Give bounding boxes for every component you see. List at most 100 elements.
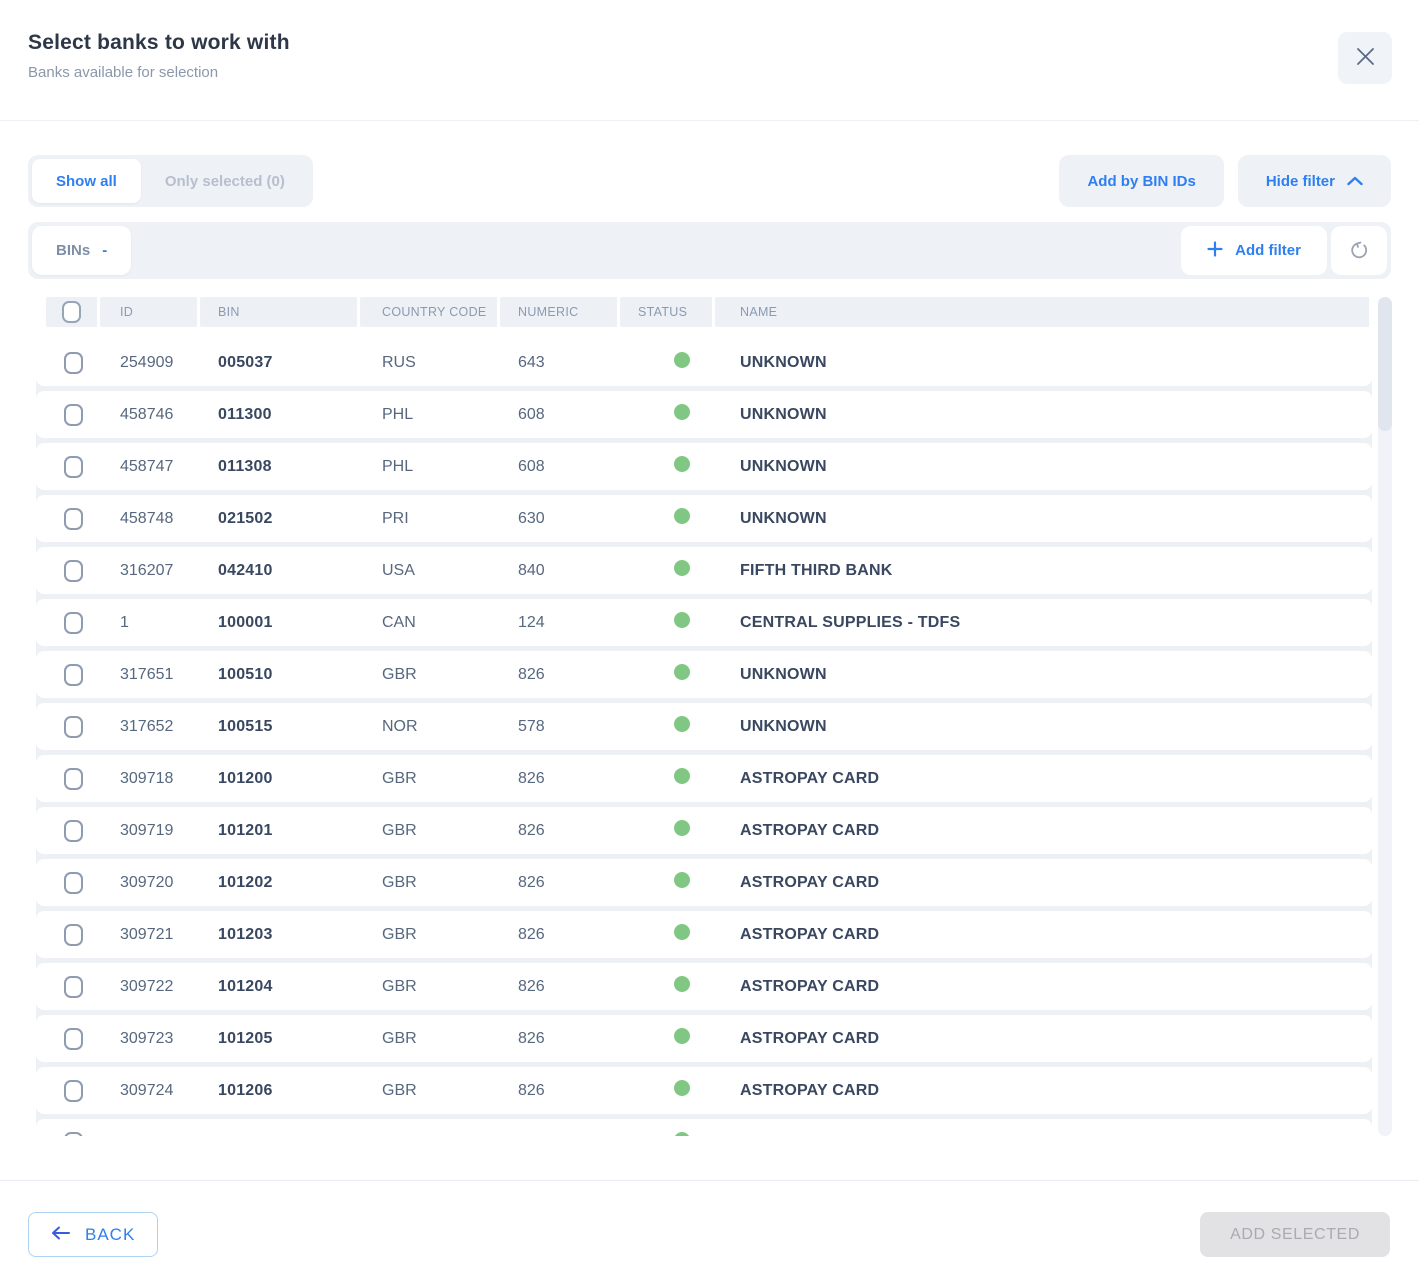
table-row[interactable]: 309724 101206 GBR 826 ASTROPAY CARD [36, 1067, 1372, 1114]
row-checkbox[interactable] [64, 820, 83, 842]
row-checkbox[interactable] [64, 1028, 83, 1050]
table-row[interactable]: 1 100001 CAN 124 CENTRAL SUPPLIES - TDFS [36, 599, 1372, 646]
cell-country-code: NOR [360, 718, 500, 736]
add-by-bin-ids-button[interactable]: Add by BIN IDs [1059, 155, 1223, 207]
table-row[interactable]: 458746 011300 PHL 608 UNKNOWN [36, 391, 1372, 438]
cell-bin: 100510 [200, 666, 360, 684]
cell-name: UNKNOWN [715, 666, 1372, 684]
row-checkbox[interactable] [64, 976, 83, 998]
cell-name: ASTROPAY CARD [715, 1082, 1372, 1100]
row-checkbox[interactable] [64, 1080, 83, 1102]
cell-name: FIFTH THIRD BANK [715, 562, 1372, 580]
status-active-dot [674, 924, 690, 940]
cell-numeric: 608 [500, 406, 620, 424]
row-checkbox[interactable] [64, 768, 83, 790]
cell-numeric: 826 [500, 1134, 620, 1137]
cell-country-code: GBR [360, 770, 500, 788]
reset-filters-button[interactable] [1331, 226, 1387, 275]
banks-table: ID BIN COUNTRY CODE NUMERIC STATUS NAME … [28, 297, 1392, 1136]
table-row[interactable]: 317651 100510 GBR 826 UNKNOWN [36, 651, 1372, 698]
back-button[interactable]: BACK [28, 1212, 158, 1257]
cell-id: 309720 [100, 874, 200, 892]
cell-name: ASTROPAY CARD [715, 770, 1372, 788]
cell-id: 309722 [100, 978, 200, 996]
arrow-left-icon [51, 1226, 71, 1243]
cell-bin: 101202 [200, 874, 360, 892]
row-checkbox[interactable] [64, 872, 83, 894]
cell-country-code: GBR [360, 822, 500, 840]
cell-bin: 101203 [200, 926, 360, 944]
cell-bin: 101205 [200, 1030, 360, 1048]
cell-country-code: USA [360, 562, 500, 580]
status-active-dot [674, 872, 690, 888]
row-checkbox[interactable] [64, 560, 83, 582]
cell-id: 254909 [100, 354, 200, 372]
row-checkbox[interactable] [64, 456, 83, 478]
table-row[interactable]: 317652 100515 NOR 578 UNKNOWN [36, 703, 1372, 750]
cell-numeric: 826 [500, 978, 620, 996]
tab-only-selected[interactable]: Only selected (0) [141, 159, 309, 203]
toolbar-right: Add by BIN IDs Hide filter [1059, 155, 1391, 207]
cell-id: 309723 [100, 1030, 200, 1048]
table-row[interactable]: 309718 101200 GBR 826 ASTROPAY CARD [36, 755, 1372, 802]
cell-name: ASTROPAY CARD [715, 978, 1372, 996]
close-button[interactable] [1338, 32, 1392, 84]
add-selected-button[interactable]: ADD SELECTED [1200, 1212, 1390, 1257]
column-header-name: NAME [715, 297, 1372, 327]
cell-name: UNKNOWN [715, 718, 1372, 736]
row-checkbox[interactable] [64, 1132, 83, 1137]
cell-numeric: 826 [500, 874, 620, 892]
cell-id: 458747 [100, 458, 200, 476]
cell-name: CENTRAL SUPPLIES - TDFS [715, 614, 1372, 632]
table-row[interactable]: 316207 042410 USA 840 FIFTH THIRD BANK [36, 547, 1372, 594]
row-checkbox[interactable] [64, 352, 83, 374]
cell-name: ASTROPAY CARD [715, 874, 1372, 892]
select-all-checkbox[interactable] [62, 301, 81, 323]
row-checkbox[interactable] [64, 716, 83, 738]
cell-country-code: GBR [360, 1134, 500, 1137]
table-row[interactable]: 458747 011308 PHL 608 UNKNOWN [36, 443, 1372, 490]
status-active-dot [674, 352, 690, 368]
cell-numeric: 826 [500, 926, 620, 944]
table-row[interactable]: 309719 101201 GBR 826 ASTROPAY CARD [36, 807, 1372, 854]
hide-filter-button[interactable]: Hide filter [1238, 155, 1391, 207]
table-row[interactable]: 458748 021502 PRI 630 UNKNOWN [36, 495, 1372, 542]
table-row[interactable]: 309723 101205 GBR 826 ASTROPAY CARD [36, 1015, 1372, 1062]
table-row[interactable]: 309722 101204 GBR 826 ASTROPAY CARD [36, 963, 1372, 1010]
row-checkbox[interactable] [64, 664, 83, 686]
row-checkbox[interactable] [64, 612, 83, 634]
cell-numeric: 826 [500, 666, 620, 684]
table-row[interactable]: 309725 101207 GBR 826 ASTROPAY CARD [36, 1119, 1372, 1136]
cell-numeric: 826 [500, 1030, 620, 1048]
cell-country-code: GBR [360, 874, 500, 892]
cell-bin: 101207 [200, 1134, 360, 1137]
modal-header: Select banks to work with Banks availabl… [0, 0, 1419, 121]
status-active-dot [674, 664, 690, 680]
status-active-dot [674, 716, 690, 732]
add-filter-label: Add filter [1235, 242, 1301, 259]
cell-name: ASTROPAY CARD [715, 1134, 1372, 1137]
row-checkbox[interactable] [64, 404, 83, 426]
row-checkbox[interactable] [64, 508, 83, 530]
cell-numeric: 643 [500, 354, 620, 372]
status-active-dot [674, 508, 690, 524]
table-scrollbar-track[interactable] [1378, 297, 1392, 1136]
cell-bin: 100515 [200, 718, 360, 736]
page-subtitle: Banks available for selection [28, 64, 1391, 81]
cell-name: UNKNOWN [715, 458, 1372, 476]
table-row[interactable]: 309720 101202 GBR 826 ASTROPAY CARD [36, 859, 1372, 906]
add-filter-button[interactable]: Add filter [1181, 226, 1327, 275]
cell-country-code: PRI [360, 510, 500, 528]
cell-country-code: CAN [360, 614, 500, 632]
table-scrollbar-thumb[interactable] [1378, 297, 1392, 431]
plus-icon [1207, 241, 1223, 261]
table-body: 254909 005037 RUS 643 UNKNOWN 458746 011… [36, 339, 1372, 1136]
bins-filter-chip[interactable]: BINs - [32, 226, 131, 275]
table-row[interactable]: 254909 005037 RUS 643 UNKNOWN [36, 339, 1372, 386]
tab-show-all[interactable]: Show all [32, 159, 141, 203]
chevron-up-icon [1347, 173, 1363, 190]
status-active-dot [674, 404, 690, 420]
table-row[interactable]: 309721 101203 GBR 826 ASTROPAY CARD [36, 911, 1372, 958]
row-checkbox[interactable] [64, 924, 83, 946]
cell-country-code: GBR [360, 666, 500, 684]
